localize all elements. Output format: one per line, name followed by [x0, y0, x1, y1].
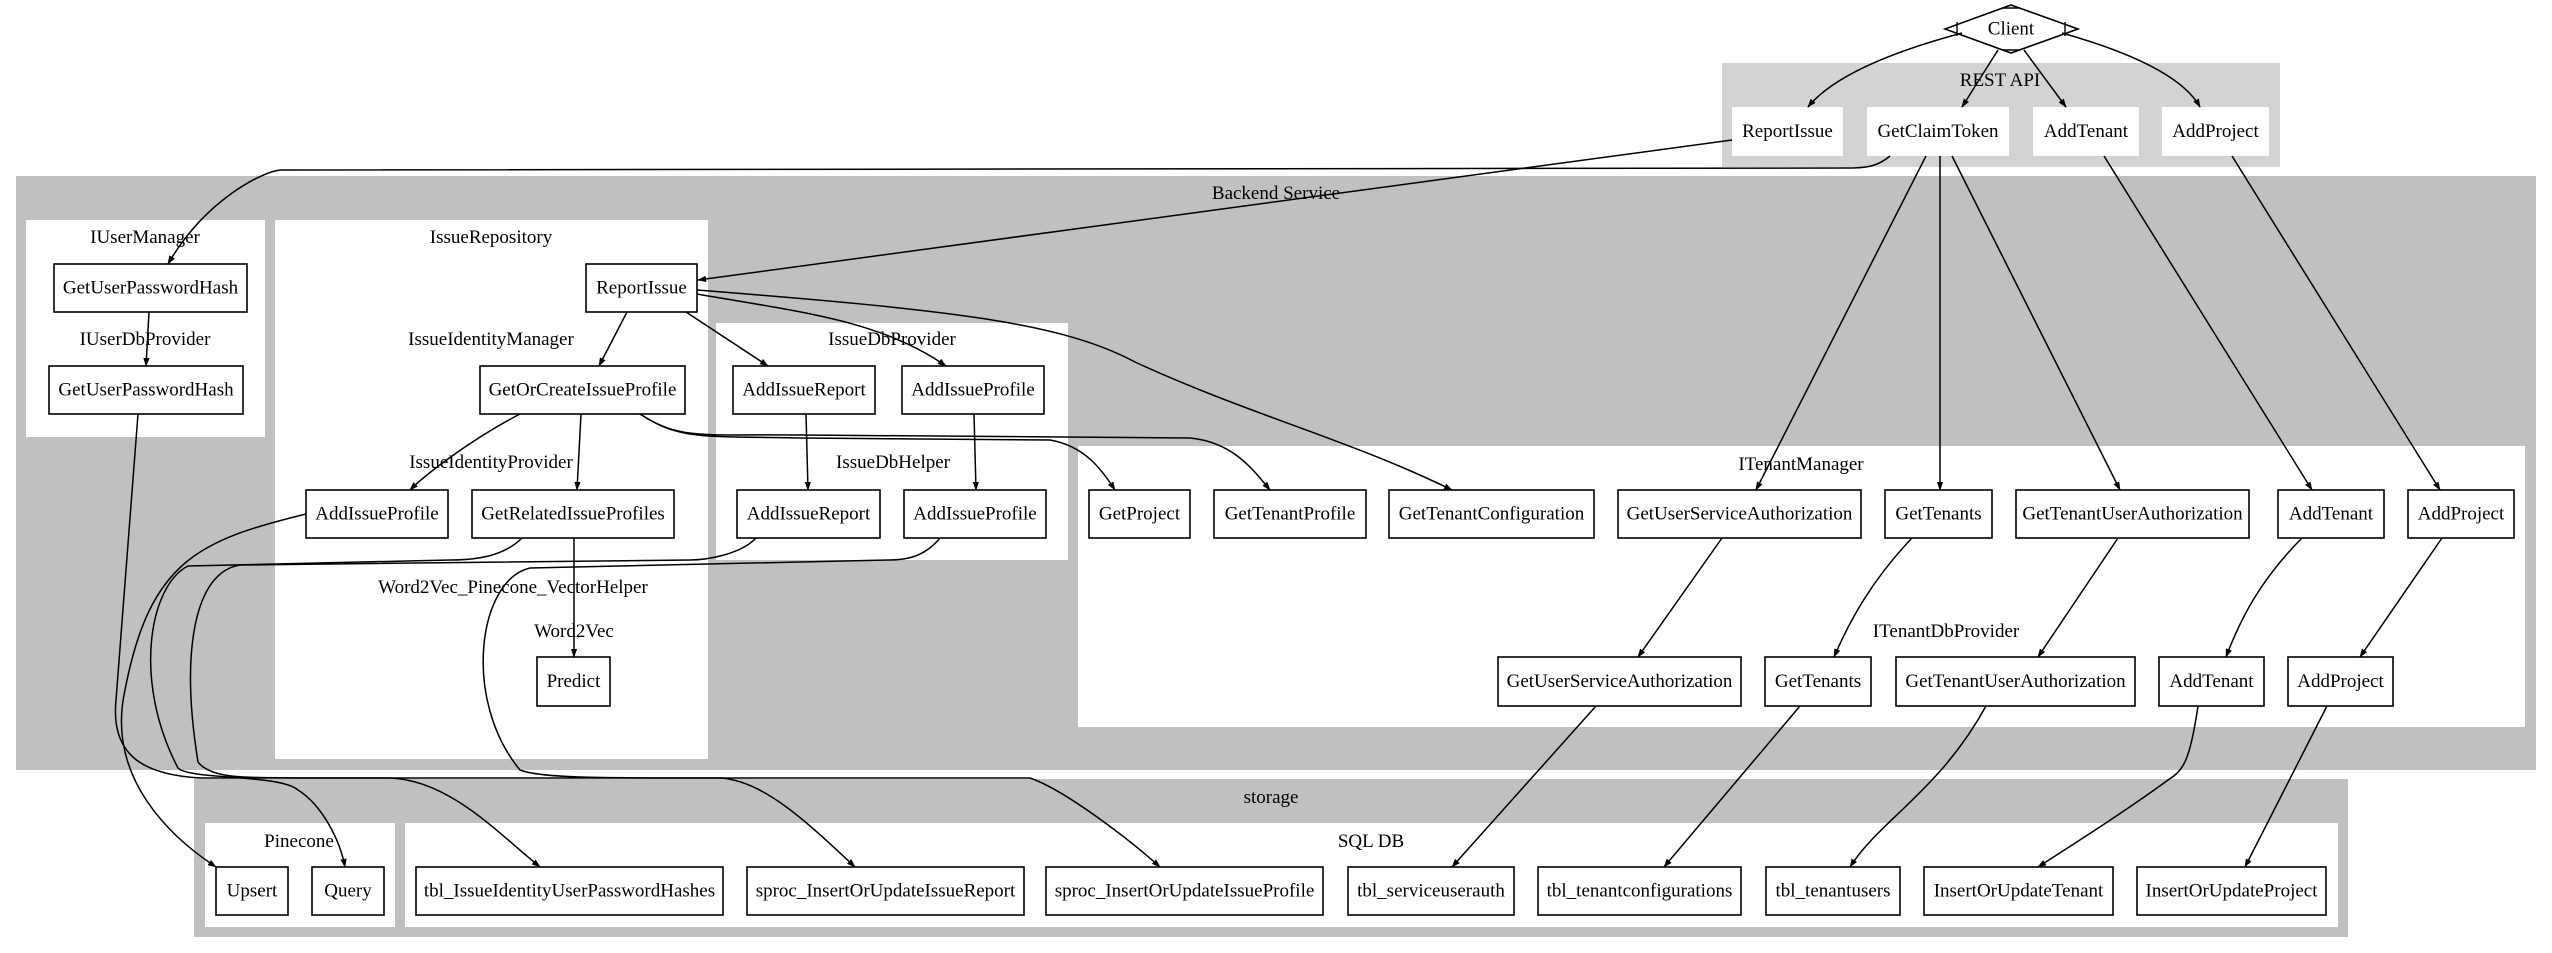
node-rest-report-issue[interactable]: ReportIssue: [1732, 107, 1843, 156]
node-sql-tbl-password-hashes[interactable]: tbl_IssueIdentityUserPasswordHashes: [415, 866, 724, 916]
cluster-label: Backend Service: [1212, 183, 1340, 204]
cluster-label: ITenantManager: [1738, 454, 1864, 475]
node-label: GetTenants: [1775, 671, 1861, 692]
node-sql-sproc-issue-profile[interactable]: sproc_InsertOrUpdateIssueProfile: [1045, 866, 1324, 916]
node-tm-add-tenant[interactable]: AddTenant: [2277, 489, 2385, 539]
cluster-label: IssueRepository: [430, 227, 553, 248]
node-tdb-add-tenant[interactable]: AddTenant: [2158, 656, 2265, 707]
node-label: ReportIssue: [596, 278, 687, 299]
cluster-label: IUserManager: [90, 227, 200, 248]
cluster-label: Pinecone: [264, 831, 334, 852]
client-label: Client: [1988, 19, 2035, 40]
node-label: sproc_InsertOrUpdateIssueProfile: [1055, 881, 1315, 902]
node-tm-get-tenant-configuration[interactable]: GetTenantConfiguration: [1388, 489, 1595, 539]
node-tdb-get-tenants[interactable]: GetTenants: [1764, 656, 1872, 707]
node-pc-upsert[interactable]: Upsert: [215, 866, 289, 916]
node-label: GetProject: [1099, 504, 1181, 525]
node-rest-add-project[interactable]: AddProject: [2162, 107, 2269, 156]
node-label: Query: [324, 881, 372, 902]
node-w2v-predict[interactable]: Predict: [536, 656, 611, 707]
node-tm-get-tenants[interactable]: GetTenants: [1884, 489, 1993, 539]
node-label: AddIssueReport: [742, 380, 866, 401]
node-label: AddIssueReport: [747, 504, 871, 525]
node-label: GetRelatedIssueProfiles: [481, 504, 665, 525]
node-sql-tbl-tenantconfigurations[interactable]: tbl_tenantconfigurations: [1537, 866, 1742, 916]
node-tdb-add-project[interactable]: AddProject: [2287, 656, 2394, 707]
node-dbp-add-issue-report[interactable]: AddIssueReport: [732, 365, 876, 415]
node-label: GetTenantUserAuthorization: [2022, 504, 2243, 525]
node-label: GetUserPasswordHash: [63, 278, 239, 299]
node-tm-get-tenant-profile[interactable]: GetTenantProfile: [1213, 489, 1367, 539]
node-dbp-add-issue-profile[interactable]: AddIssueProfile: [901, 365, 1045, 415]
node-label: ReportIssue: [1742, 121, 1833, 142]
node-label: AddTenant: [2169, 671, 2254, 692]
node-label: AddProject: [2172, 121, 2259, 142]
node-label: sproc_InsertOrUpdateIssueReport: [756, 881, 1016, 902]
node-label: tbl_tenantconfigurations: [1547, 881, 1733, 902]
node-ip-get-related-issue-profiles[interactable]: GetRelatedIssueProfiles: [471, 489, 675, 539]
node-label: tbl_serviceuserauth: [1357, 881, 1505, 902]
node-sql-tbl-tenantusers[interactable]: tbl_tenantusers: [1765, 866, 1901, 916]
cluster-label: storage: [1244, 787, 1299, 808]
node-tm-get-user-service-authorization[interactable]: GetUserServiceAuthorization: [1617, 489, 1862, 539]
node-udb-get-user-password-hash[interactable]: GetUserPasswordHash: [48, 365, 244, 415]
node-repo-report-issue[interactable]: ReportIssue: [585, 263, 698, 313]
node-label: InsertOrUpdateTenant: [1934, 881, 2104, 902]
node-label: GetTenants: [1895, 504, 1981, 525]
node-label: tbl_tenantusers: [1775, 881, 1890, 902]
node-label: tbl_IssueIdentityUserPasswordHashes: [424, 881, 715, 902]
architecture-diagram: REST API Backend Service IUserManager Issue…: [16, 4, 2536, 937]
client-node[interactable]: Client: [1942, 4, 2081, 54]
node-tm-add-project[interactable]: AddProject: [2407, 489, 2515, 539]
cluster-label-itenant-db-provider: ITenantDbProvider: [1873, 621, 2020, 642]
node-label: AddIssueProfile: [911, 380, 1034, 401]
node-sql-tbl-serviceuserauth[interactable]: tbl_serviceuserauth: [1347, 866, 1515, 916]
node-label: GetOrCreateIssueProfile: [489, 380, 677, 401]
node-label: AddIssueProfile: [913, 504, 1036, 525]
cluster-label: REST API: [1960, 70, 2040, 91]
node-tdb-get-user-service-authorization[interactable]: GetUserServiceAuthorization: [1497, 656, 1742, 707]
node-rest-get-claim-token[interactable]: GetClaimToken: [1867, 107, 2009, 156]
node-label: Upsert: [227, 881, 278, 902]
node-label: AddProject: [2297, 671, 2384, 692]
cluster-label-iuser-db-provider: IUserDbProvider: [80, 329, 212, 350]
node-dbh-add-issue-profile[interactable]: AddIssueProfile: [903, 489, 1047, 539]
node-label: GetTenantConfiguration: [1399, 504, 1585, 525]
node-label: Predict: [547, 671, 602, 692]
node-im-get-or-create-issue-profile[interactable]: GetOrCreateIssueProfile: [479, 365, 686, 415]
node-label: GetTenantProfile: [1225, 504, 1356, 525]
node-label: InsertOrUpdateProject: [2146, 881, 2319, 902]
node-sql-sproc-issue-report[interactable]: sproc_InsertOrUpdateIssueReport: [746, 866, 1025, 916]
node-label: AddTenant: [2044, 121, 2129, 142]
node-label: GetUserPasswordHash: [58, 380, 234, 401]
cluster-label-issue-identity-manager: IssueIdentityManager: [408, 329, 574, 350]
node-dbh-add-issue-report[interactable]: AddIssueReport: [736, 489, 881, 539]
node-tdb-get-tenant-user-authorization[interactable]: GetTenantUserAuthorization: [1895, 656, 2136, 707]
node-ip-add-issue-profile[interactable]: AddIssueProfile: [305, 489, 449, 539]
node-label: GetClaimToken: [1877, 121, 1999, 142]
node-pc-query[interactable]: Query: [311, 866, 385, 916]
node-tm-get-project[interactable]: GetProject: [1088, 489, 1191, 539]
node-label: AddProject: [2418, 504, 2505, 525]
node-sql-insert-or-update-project[interactable]: InsertOrUpdateProject: [2136, 866, 2327, 916]
node-rest-add-tenant[interactable]: AddTenant: [2033, 107, 2139, 156]
node-label: GetUserServiceAuthorization: [1627, 504, 1853, 525]
cluster-label-issue-db-helper: IssueDbHelper: [836, 452, 951, 473]
node-label: AddTenant: [2289, 504, 2374, 525]
cluster-label: SQL DB: [1338, 831, 1404, 852]
node-sql-insert-or-update-tenant[interactable]: InsertOrUpdateTenant: [1923, 866, 2114, 916]
node-um-get-user-password-hash[interactable]: GetUserPasswordHash: [53, 263, 248, 313]
node-tm-get-tenant-user-authorization[interactable]: GetTenantUserAuthorization: [2015, 489, 2250, 539]
node-label: GetUserServiceAuthorization: [1507, 671, 1733, 692]
cluster-label: IssueDbProvider: [828, 329, 956, 350]
node-label: AddIssueProfile: [315, 504, 438, 525]
node-label: GetTenantUserAuthorization: [1905, 671, 2126, 692]
cluster-label-vector-helper: Word2Vec_Pinecone_VectorHelper: [378, 577, 648, 598]
